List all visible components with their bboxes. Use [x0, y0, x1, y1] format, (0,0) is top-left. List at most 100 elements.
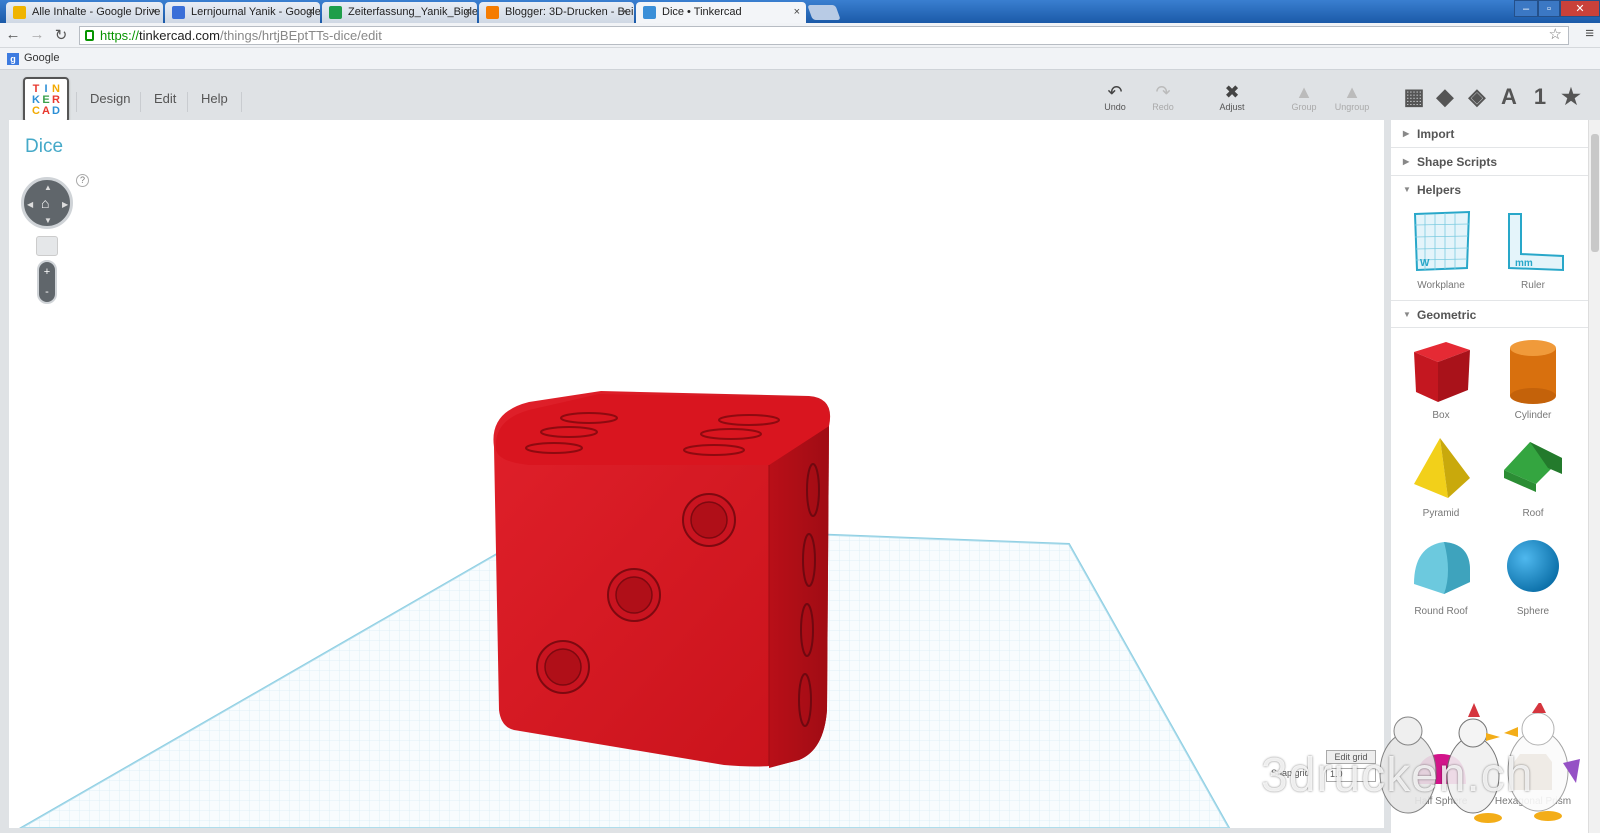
- design-title[interactable]: Dice: [25, 136, 63, 158]
- menu-edit[interactable]: Edit: [140, 92, 189, 112]
- svg-text:mm: mm: [1515, 258, 1533, 269]
- browser-tab[interactable]: Lernjournal Yanik - Google ×: [165, 2, 320, 23]
- expanded-triangle-icon: ▼: [1403, 185, 1411, 194]
- shape-label: Round Roof: [1414, 606, 1468, 617]
- shape-pyramid[interactable]: Pyramid: [1395, 434, 1487, 519]
- shape-box[interactable]: Box: [1395, 336, 1487, 421]
- sphere-shape-icon: [1507, 540, 1559, 592]
- zoom-in-button[interactable]: +: [39, 262, 55, 282]
- ruler-icon: mm: [1508, 213, 1564, 272]
- group-button[interactable]: ▲ Group: [1284, 82, 1324, 112]
- browser-tab-active[interactable]: Dice • Tinkercad ×: [636, 2, 806, 23]
- shape-cylinder[interactable]: Cylinder: [1487, 336, 1579, 421]
- section-helpers[interactable]: ▼ Helpers: [1391, 176, 1588, 204]
- reload-icon[interactable]: ↻: [52, 26, 70, 44]
- cube-solid-icon[interactable]: ◆: [1432, 84, 1458, 110]
- close-window-button[interactable]: ✕: [1560, 0, 1600, 17]
- section-label: Geometric: [1417, 308, 1477, 322]
- bookmark-star-icon[interactable]: ☆: [1549, 26, 1562, 43]
- ungroup-icon: ▲: [1343, 82, 1361, 102]
- cube-wire-icon[interactable]: ◈: [1464, 84, 1490, 110]
- top-toolbar: T I N K E R C A D Design Edit Help ↶ Und…: [0, 70, 1600, 123]
- url-host: tinkercad.com: [139, 28, 220, 43]
- shape-label: Workplane: [1417, 280, 1465, 291]
- bookmark-google[interactable]: Google: [24, 48, 59, 69]
- tab-title: Lernjournal Yanik - Google: [191, 6, 320, 18]
- browser-tab-strip: Alle Inhalte - Google Drive × Lernjourna…: [0, 0, 1600, 23]
- new-tab-button[interactable]: [807, 5, 841, 20]
- logo-letter: C: [32, 105, 40, 117]
- maximize-window-button[interactable]: ▫: [1538, 0, 1560, 17]
- redo-icon: ↷: [1155, 82, 1171, 102]
- tab-close-icon[interactable]: ×: [465, 2, 471, 22]
- orbit-left-icon[interactable]: ◀: [27, 200, 33, 209]
- google-drive-icon: [13, 6, 26, 19]
- collapsed-triangle-icon: ▶: [1403, 129, 1410, 138]
- shape-label: Box: [1432, 410, 1450, 421]
- text-icon[interactable]: A: [1496, 84, 1522, 110]
- adjust-button[interactable]: ✖ Adjust: [1212, 82, 1252, 112]
- orbit-right-icon[interactable]: ▶: [62, 200, 68, 209]
- svg-text:W: W: [1420, 258, 1430, 269]
- section-geometric[interactable]: ▼ Geometric: [1391, 300, 1588, 328]
- watermark-text: 3drucken.ch: [1261, 749, 1534, 802]
- number-icon[interactable]: 1: [1527, 84, 1553, 110]
- back-arrow-icon[interactable]: ←: [4, 26, 22, 43]
- tab-close-icon[interactable]: ×: [308, 2, 314, 22]
- fit-view-cube-icon[interactable]: [36, 236, 58, 256]
- view-navigation-control[interactable]: ⌂ ▲ ▼ ◀ ▶: [21, 177, 73, 229]
- menu-help[interactable]: Help: [187, 92, 242, 112]
- adjust-icon: ✖: [1224, 82, 1240, 102]
- orbit-up-icon[interactable]: ▲: [44, 183, 52, 192]
- forward-arrow-icon[interactable]: →: [28, 26, 46, 43]
- menu-design[interactable]: Design: [76, 92, 143, 112]
- url-scheme: https://: [100, 28, 140, 43]
- expanded-triangle-icon: ▼: [1403, 310, 1411, 319]
- cylinder-shape-icon: [1510, 340, 1556, 404]
- dice-model[interactable]: [493, 391, 831, 768]
- browser-tab[interactable]: Zeiterfassung_Yanik_Bigle ×: [322, 2, 477, 23]
- minimize-window-button[interactable]: –: [1514, 0, 1538, 17]
- help-icon[interactable]: ?: [76, 174, 89, 187]
- chrome-menu-icon[interactable]: ≡: [1585, 25, 1594, 42]
- address-bar-row: ← → ↻ https://tinkercad.com/things/hrtjB…: [0, 23, 1600, 48]
- home-view-icon[interactable]: ⌂: [41, 195, 49, 211]
- scrollbar-thumb[interactable]: [1591, 134, 1599, 252]
- browser-tab[interactable]: Alle Inhalte - Google Drive ×: [6, 2, 163, 23]
- shape-label: Pyramid: [1422, 508, 1460, 519]
- round-roof-shape-icon: [1414, 542, 1470, 594]
- tinkercad-logo[interactable]: T I N K E R C A D: [23, 77, 69, 123]
- workplane-scene[interactable]: [9, 120, 1384, 828]
- redo-label: Redo: [1152, 102, 1174, 112]
- tab-close-icon[interactable]: ×: [794, 2, 800, 22]
- redo-button[interactable]: ↷ Redo: [1143, 82, 1183, 112]
- ungroup-button[interactable]: ▲ Ungroup: [1332, 82, 1372, 112]
- shape-sphere[interactable]: Sphere: [1487, 532, 1579, 617]
- section-import[interactable]: ▶ Import: [1391, 120, 1588, 148]
- url-field[interactable]: https://tinkercad.com/things/hrtjBEptTTs…: [79, 26, 1569, 45]
- google-bookmark-icon: g: [7, 53, 19, 65]
- section-shape-scripts[interactable]: ▶ Shape Scripts: [1391, 148, 1588, 176]
- collapsed-triangle-icon: ▶: [1403, 157, 1410, 166]
- workplane-icon: W: [1413, 210, 1471, 272]
- 3d-workspace[interactable]: Dice ⌂ ▲ ▼ ◀ ▶ ? + - Snap grid Edit grid…: [9, 120, 1384, 828]
- shape-roof[interactable]: Roof: [1487, 434, 1579, 519]
- browser-tab[interactable]: Blogger: 3D-Drucken - Bei ×: [479, 2, 634, 23]
- tab-close-icon[interactable]: ×: [151, 2, 157, 22]
- workplane-view-icon[interactable]: ▦: [1401, 84, 1427, 110]
- shape-label: Ruler: [1521, 280, 1545, 291]
- ungroup-label: Ungroup: [1334, 102, 1370, 112]
- favorites-star-icon[interactable]: ★: [1558, 84, 1584, 110]
- helper-workplane[interactable]: W Workplane: [1395, 210, 1487, 291]
- tab-close-icon[interactable]: ×: [622, 2, 628, 22]
- tab-title: Blogger: 3D-Drucken - Bei: [505, 6, 634, 18]
- pyramid-shape-icon: [1414, 438, 1470, 498]
- zoom-out-button[interactable]: -: [39, 282, 55, 302]
- tab-title: Zeiterfassung_Yanik_Bigle: [348, 6, 477, 18]
- helper-ruler[interactable]: mm Ruler: [1487, 210, 1579, 291]
- undo-button[interactable]: ↶ Undo: [1095, 82, 1135, 112]
- group-label: Group: [1291, 102, 1317, 112]
- orbit-down-icon[interactable]: ▼: [44, 216, 52, 225]
- shape-round-roof[interactable]: Round Roof: [1395, 532, 1487, 617]
- tab-title: Dice • Tinkercad: [662, 6, 742, 18]
